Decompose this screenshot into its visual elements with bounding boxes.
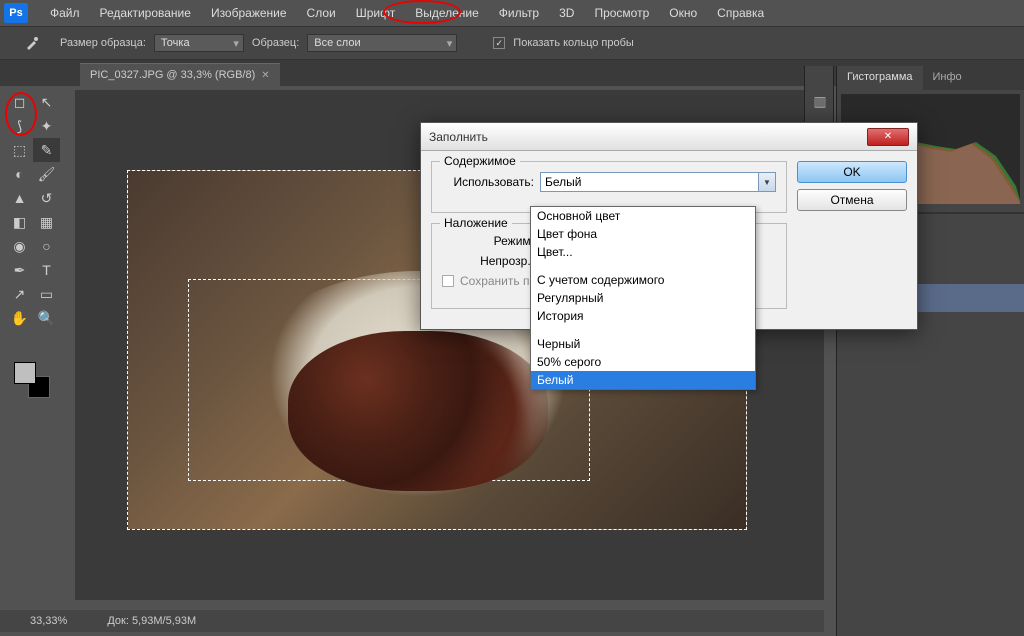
dropdown-item[interactable]: Цвет фона (531, 225, 755, 243)
dodge-icon[interactable]: ○ (33, 234, 60, 258)
eyedropper-icon[interactable]: ✎ (33, 138, 60, 162)
preserve-label: Сохранить пр (460, 274, 536, 288)
use-dropdown-list[interactable]: Основной цветЦвет фонаЦвет... С учетом со… (530, 206, 756, 390)
path-icon[interactable]: ↗ (6, 282, 33, 306)
menu-фильтр[interactable]: Фильтр (489, 2, 549, 24)
foreground-swatch[interactable] (14, 362, 36, 384)
dropdown-item[interactable]: Черный (531, 335, 755, 353)
tab-histogram[interactable]: Гистограмма (837, 66, 923, 90)
dialog-title: Заполнить (429, 130, 488, 144)
blur-icon[interactable]: ◉ (6, 234, 33, 258)
menu-выделение[interactable]: Выделение (405, 2, 489, 24)
type-icon[interactable]: T (33, 258, 60, 282)
menu-справка[interactable]: Справка (707, 2, 774, 24)
document-tab[interactable]: PIC_0327.JPG @ 33,3% (RGB/8) ✕ (80, 63, 280, 86)
dropdown-separator (531, 325, 755, 335)
dropdown-separator (531, 261, 755, 271)
dialog-close-button[interactable]: ✕ (867, 128, 909, 146)
sample-label: Образец: (252, 37, 299, 49)
dropdown-item[interactable]: С учетом содержимого (531, 271, 755, 289)
lasso-icon[interactable]: ⟆ (6, 114, 33, 138)
use-select[interactable]: Белый ▼ (540, 172, 776, 192)
doc-size: Док: 5,93M/5,93M (107, 615, 196, 627)
color-swatches[interactable] (14, 362, 50, 398)
status-bar: 33,33% Док: 5,93M/5,93M (0, 610, 824, 632)
brush-icon[interactable]: 🖌 (33, 162, 60, 186)
panel-tab-group-histogram: Гистограмма Инфо (837, 66, 1024, 90)
menu-просмотр[interactable]: Просмотр (584, 2, 659, 24)
use-label: Использовать: (442, 175, 534, 189)
eraser-icon[interactable]: ◧ (6, 210, 33, 234)
fieldset-contents-legend: Содержимое (440, 154, 520, 168)
move-icon[interactable]: ↖ (33, 90, 60, 114)
show-ring-checkbox[interactable]: ✓ (493, 37, 505, 49)
preserve-checkbox[interactable] (442, 275, 454, 287)
menu-3d[interactable]: 3D (549, 2, 584, 24)
dialog-titlebar[interactable]: Заполнить ✕ (421, 123, 917, 151)
dropdown-item[interactable]: История (531, 307, 755, 325)
stamp-icon[interactable]: ▲ (6, 186, 33, 210)
pen-icon[interactable]: ✒ (6, 258, 33, 282)
heal-icon[interactable]: ◐ (6, 162, 33, 186)
chevron-down-icon[interactable]: ▼ (758, 173, 775, 191)
menu-bar: Ps ФайлРедактированиеИзображениеСлоиШриф… (0, 0, 1024, 26)
menu-файл[interactable]: Файл (40, 2, 90, 24)
show-ring-label: Показать кольцо пробы (513, 37, 634, 49)
sample-size-label: Размер образца: (60, 37, 146, 49)
toolbox: ◻↖⟆✦⬚✎◐🖌▲↺◧▦◉○✒T↗▭✋🔍 (6, 90, 60, 330)
wand-icon[interactable]: ✦ (33, 114, 60, 138)
menu-окно[interactable]: Окно (659, 2, 707, 24)
crop-icon[interactable]: ⬚ (6, 138, 33, 162)
image-content-food (288, 331, 548, 491)
mode-label: Режим: (442, 234, 534, 248)
menu-редактирование[interactable]: Редактирование (90, 2, 201, 24)
tool-preset-icon[interactable] (12, 31, 52, 55)
app-logo: Ps (4, 3, 28, 23)
ok-button[interactable]: OK (797, 161, 907, 183)
menu-слои[interactable]: Слои (297, 2, 346, 24)
cancel-button[interactable]: Отмена (797, 189, 907, 211)
zoom-level[interactable]: 33,33% (30, 615, 67, 627)
document-tab-label: PIC_0327.JPG @ 33,3% (RGB/8) (90, 69, 255, 81)
hand-icon[interactable]: ✋ (6, 306, 33, 330)
dropdown-item[interactable]: Цвет... (531, 243, 755, 261)
fieldset-blending-legend: Наложение (440, 216, 512, 230)
menu-изображение[interactable]: Изображение (201, 2, 297, 24)
sample-select[interactable]: Все слои (307, 34, 457, 52)
close-icon[interactable]: ✕ (261, 70, 269, 81)
dock-icon-1[interactable]: ▥ (805, 86, 835, 116)
opacity-label: Непрозр.: (442, 254, 534, 268)
dropdown-item[interactable]: Белый (531, 371, 755, 389)
history-brush-icon[interactable]: ↺ (33, 186, 60, 210)
sample-size-select[interactable]: Точка (154, 34, 244, 52)
tab-info[interactable]: Инфо (923, 66, 972, 90)
menu-шрифт[interactable]: Шрифт (346, 2, 405, 24)
dropdown-item[interactable]: Основной цвет (531, 207, 755, 225)
dropdown-item[interactable]: 50% серого (531, 353, 755, 371)
gradient-icon[interactable]: ▦ (33, 210, 60, 234)
zoom-icon[interactable]: 🔍 (33, 306, 60, 330)
shape-icon[interactable]: ▭ (33, 282, 60, 306)
marquee-icon[interactable]: ◻ (6, 90, 33, 114)
options-bar: Размер образца: Точка Образец: Все слои … (0, 26, 1024, 60)
dropdown-item[interactable]: Регулярный (531, 289, 755, 307)
